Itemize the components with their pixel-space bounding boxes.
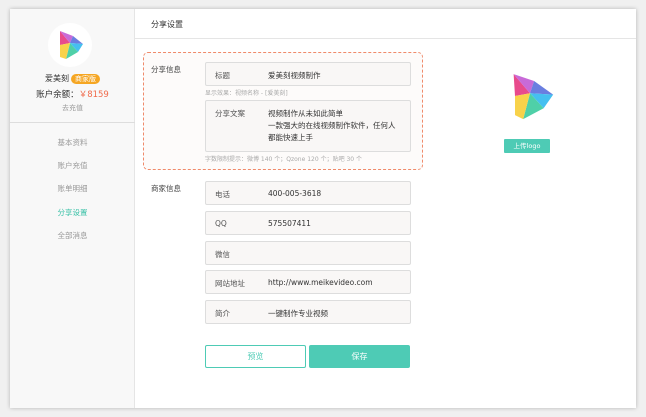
title-hint: 显示效果：视频名称 - [爱美刻] [205, 90, 288, 97]
qq-input[interactable]: 575507411 [268, 219, 311, 228]
share-text-line: 视频制作从未如此简单 [268, 109, 343, 118]
recharge-link[interactable]: 去充值 [10, 103, 135, 113]
sidebar: 爱美刻 商家版 账户余额：￥8159 去充值 基本资料 账户充值 账单明细 分享设… [10, 9, 135, 408]
phone-field[interactable]: 电话 400-005-3618 [205, 181, 411, 205]
qq-key: QQ [215, 219, 227, 228]
website-key: 网站地址 [215, 279, 245, 288]
brand-logo-icon [60, 31, 83, 59]
username-text: 爱美刻 [45, 74, 69, 83]
merchant-badge: 商家版 [71, 74, 100, 84]
balance-label: 账户余额： [36, 90, 79, 100]
preview-button[interactable]: 预览 [205, 345, 306, 368]
title-input[interactable]: 爱美刻视频制作 [268, 70, 321, 81]
text-limit-hint: 字数限制提示：微博 140 个；Qzone 120 个；贴吧 30 个 [205, 156, 363, 163]
merchant-info-label: 商家信息 [151, 184, 181, 193]
share-info-label: 分享信息 [151, 65, 181, 74]
intro-input[interactable]: 一键制作专业视频 [268, 308, 328, 319]
divider [10, 122, 135, 123]
phone-input[interactable]: 400-005-3618 [268, 189, 321, 198]
title-key: 标题 [215, 71, 230, 80]
page-header: 分享设置 [135, 9, 636, 39]
wechat-field[interactable]: 微信 [205, 241, 411, 265]
sidebar-item-messages[interactable]: 全部消息 [10, 230, 135, 241]
website-input[interactable]: http://www.meikevideo.com [268, 278, 373, 287]
wechat-key: 微信 [215, 250, 230, 259]
title-field[interactable]: 标题 爱美刻视频制作 [205, 62, 411, 86]
share-text-key: 分享文案 [215, 109, 245, 118]
sidebar-item-profile[interactable]: 基本资料 [10, 137, 135, 148]
username: 爱美刻 商家版 [10, 73, 135, 84]
intro-key: 简介 [215, 309, 230, 318]
website-field[interactable]: 网站地址 http://www.meikevideo.com [205, 270, 411, 294]
balance-value: ￥8159 [78, 90, 109, 100]
share-logo-icon [513, 74, 554, 120]
share-text-field[interactable]: 分享文案 视频制作从未如此简单一款强大的在线视频制作软件，任何人 都能快速上手 [205, 100, 411, 152]
sidebar-item-bills[interactable]: 账单明细 [10, 183, 135, 194]
sidebar-item-recharge[interactable]: 账户充值 [10, 160, 135, 171]
phone-key: 电话 [215, 190, 230, 199]
upload-logo-button[interactable]: 上传logo [504, 139, 550, 153]
share-text-input[interactable]: 视频制作从未如此简单一款强大的在线视频制作软件，任何人 都能快速上手 [268, 108, 396, 144]
sidebar-item-share-settings[interactable]: 分享设置 [10, 207, 135, 218]
balance: 账户余额：￥8159 [10, 88, 135, 100]
page-title: 分享设置 [151, 20, 183, 29]
avatar [48, 23, 92, 67]
window: 爱美刻 商家版 账户余额：￥8159 去充值 基本资料 账户充值 账单明细 分享设… [10, 9, 636, 408]
qq-field[interactable]: QQ 575507411 [205, 211, 411, 235]
save-button[interactable]: 保存 [309, 345, 410, 368]
intro-field[interactable]: 简介 一键制作专业视频 [205, 300, 411, 324]
share-text-line: 一款强大的在线视频制作软件，任何人 [268, 121, 396, 130]
share-text-line: 都能快速上手 [268, 133, 313, 142]
